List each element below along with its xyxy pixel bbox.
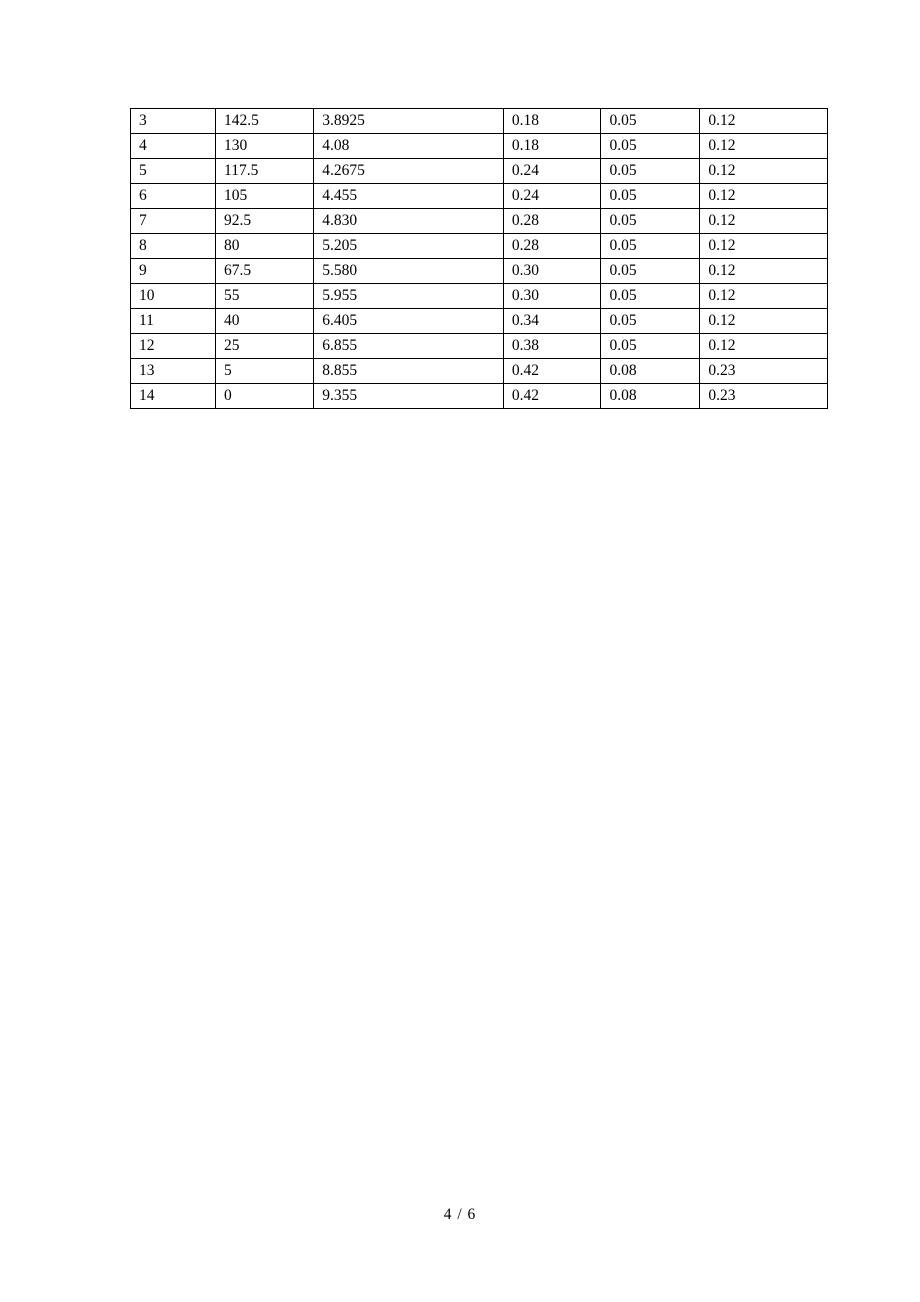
table-cell: 0.23 <box>700 384 828 409</box>
table-cell: 6 <box>131 184 216 209</box>
table-cell: 0.08 <box>601 384 700 409</box>
table-row: 12 25 6.855 0.38 0.05 0.12 <box>131 334 828 359</box>
table-cell: 0.05 <box>601 234 700 259</box>
table-cell: 8.855 <box>314 359 504 384</box>
table-cell: 9.355 <box>314 384 504 409</box>
table-cell: 0.18 <box>503 134 601 159</box>
table-cell: 6.855 <box>314 334 504 359</box>
table-row: 8 80 5.205 0.28 0.05 0.12 <box>131 234 828 259</box>
table-cell: 4.455 <box>314 184 504 209</box>
table-cell: 80 <box>216 234 314 259</box>
table-cell: 4 <box>131 134 216 159</box>
table-cell: 0.05 <box>601 134 700 159</box>
table-cell: 9 <box>131 259 216 284</box>
table-cell: 0.28 <box>503 234 601 259</box>
table-cell: 5 <box>216 359 314 384</box>
table-cell: 5.580 <box>314 259 504 284</box>
table-cell: 67.5 <box>216 259 314 284</box>
table-cell: 0.28 <box>503 209 601 234</box>
table-cell: 0.24 <box>503 184 601 209</box>
table-cell: 12 <box>131 334 216 359</box>
table-cell: 5.955 <box>314 284 504 309</box>
table-row: 14 0 9.355 0.42 0.08 0.23 <box>131 384 828 409</box>
table-cell: 0.05 <box>601 259 700 284</box>
table-cell: 0.12 <box>700 109 828 134</box>
table-cell: 0.38 <box>503 334 601 359</box>
table-cell: 8 <box>131 234 216 259</box>
table-cell: 0.24 <box>503 159 601 184</box>
table-cell: 0 <box>216 384 314 409</box>
table-row: 9 67.5 5.580 0.30 0.05 0.12 <box>131 259 828 284</box>
table-cell: 105 <box>216 184 314 209</box>
table-cell: 0.34 <box>503 309 601 334</box>
table-cell: 0.05 <box>601 159 700 184</box>
table-cell: 0.30 <box>503 259 601 284</box>
table-cell: 14 <box>131 384 216 409</box>
table-row: 13 5 8.855 0.42 0.08 0.23 <box>131 359 828 384</box>
table-cell: 0.12 <box>700 309 828 334</box>
table-cell: 0.12 <box>700 134 828 159</box>
table-row: 3 142.5 3.8925 0.18 0.05 0.12 <box>131 109 828 134</box>
table-cell: 0.12 <box>700 334 828 359</box>
table-cell: 5.205 <box>314 234 504 259</box>
table-cell: 5 <box>131 159 216 184</box>
page-footer: 4 / 6 <box>0 1206 920 1224</box>
table-cell: 25 <box>216 334 314 359</box>
table-cell: 4.2675 <box>314 159 504 184</box>
table-cell: 0.08 <box>601 359 700 384</box>
table-cell: 0.12 <box>700 209 828 234</box>
table-cell: 0.05 <box>601 109 700 134</box>
table-cell: 0.42 <box>503 359 601 384</box>
table-body: 3 142.5 3.8925 0.18 0.05 0.12 4 130 4.08… <box>131 109 828 409</box>
table-cell: 0.23 <box>700 359 828 384</box>
table-row: 5 117.5 4.2675 0.24 0.05 0.12 <box>131 159 828 184</box>
page-content: 3 142.5 3.8925 0.18 0.05 0.12 4 130 4.08… <box>0 0 920 409</box>
data-table: 3 142.5 3.8925 0.18 0.05 0.12 4 130 4.08… <box>130 108 828 409</box>
table-cell: 0.12 <box>700 259 828 284</box>
table-cell: 0.05 <box>601 334 700 359</box>
table-row: 6 105 4.455 0.24 0.05 0.12 <box>131 184 828 209</box>
table-cell: 0.12 <box>700 284 828 309</box>
table-cell: 0.12 <box>700 159 828 184</box>
table-cell: 0.05 <box>601 309 700 334</box>
table-cell: 13 <box>131 359 216 384</box>
table-cell: 4.08 <box>314 134 504 159</box>
table-row: 11 40 6.405 0.34 0.05 0.12 <box>131 309 828 334</box>
table-cell: 6.405 <box>314 309 504 334</box>
table-cell: 55 <box>216 284 314 309</box>
table-cell: 40 <box>216 309 314 334</box>
table-cell: 10 <box>131 284 216 309</box>
table-cell: 92.5 <box>216 209 314 234</box>
table-cell: 11 <box>131 309 216 334</box>
table-cell: 142.5 <box>216 109 314 134</box>
table-cell: 130 <box>216 134 314 159</box>
table-cell: 0.42 <box>503 384 601 409</box>
table-row: 10 55 5.955 0.30 0.05 0.12 <box>131 284 828 309</box>
table-cell: 0.18 <box>503 109 601 134</box>
page-number-label: 4 / 6 <box>444 1206 477 1223</box>
table-cell: 3.8925 <box>314 109 504 134</box>
table-row: 4 130 4.08 0.18 0.05 0.12 <box>131 134 828 159</box>
table-cell: 117.5 <box>216 159 314 184</box>
table-row: 7 92.5 4.830 0.28 0.05 0.12 <box>131 209 828 234</box>
table-cell: 0.05 <box>601 184 700 209</box>
table-cell: 0.12 <box>700 234 828 259</box>
table-cell: 0.12 <box>700 184 828 209</box>
table-cell: 4.830 <box>314 209 504 234</box>
table-cell: 0.05 <box>601 284 700 309</box>
table-cell: 0.30 <box>503 284 601 309</box>
table-cell: 7 <box>131 209 216 234</box>
table-cell: 3 <box>131 109 216 134</box>
table-cell: 0.05 <box>601 209 700 234</box>
